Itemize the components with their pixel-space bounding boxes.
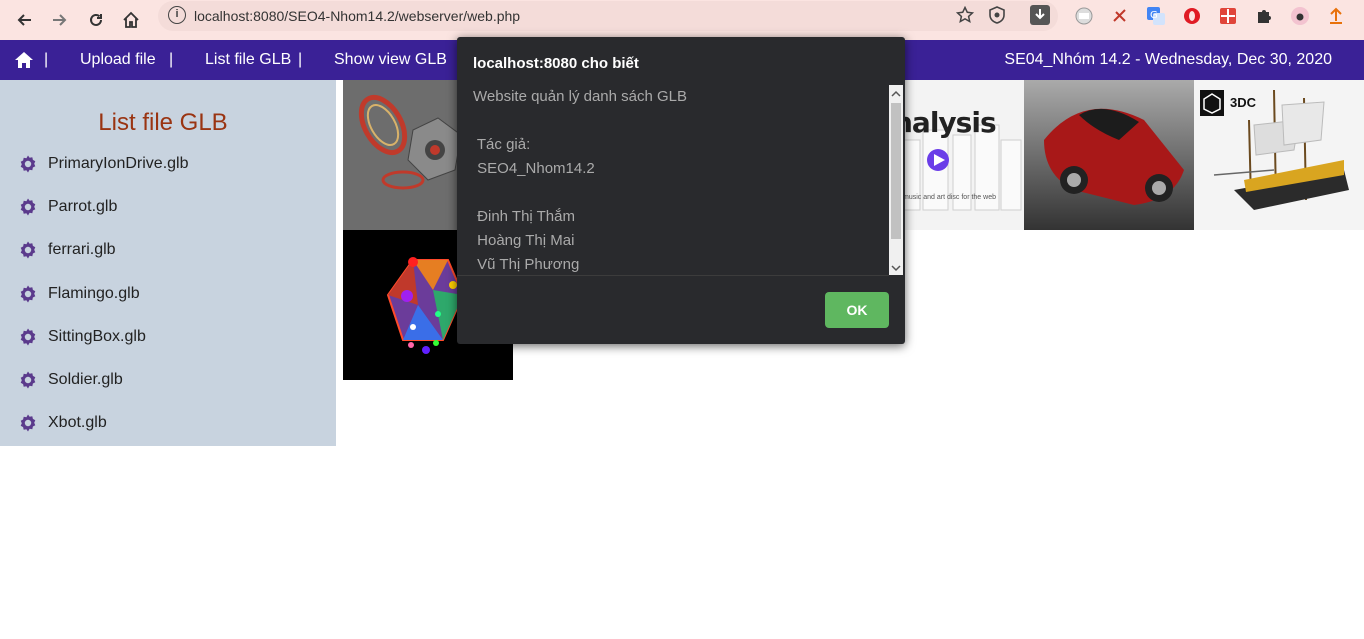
sidebar: List file GLB PrimaryIonDrive.glb Parrot.…	[0, 80, 336, 446]
dialog-title: localhost:8080 cho biết	[473, 55, 639, 72]
file-item[interactable]: Flamingo.glb	[18, 282, 140, 306]
scroll-up-icon[interactable]	[889, 87, 903, 101]
file-item[interactable]: SittingBox.glb	[18, 325, 146, 349]
opera-icon[interactable]	[1182, 6, 1202, 26]
ok-button[interactable]: OK	[825, 292, 889, 328]
dialog-line	[473, 109, 887, 133]
sidebar-title: List file GLB	[98, 109, 228, 136]
shield-icon[interactable]	[988, 6, 1006, 29]
nav-list-file-glb[interactable]: List file GLB	[205, 51, 291, 69]
dialog-line: Vũ Thị Phương	[473, 256, 580, 273]
file-name: Parrot.glb	[48, 198, 118, 215]
file-item[interactable]: Parrot.glb	[18, 195, 117, 219]
dialog-line: Website quản lý danh sách GLB	[473, 88, 688, 105]
star-icon[interactable]	[955, 5, 975, 29]
dialog-line	[473, 181, 887, 205]
forward-icon[interactable]	[45, 5, 75, 35]
threedc-logo-text: 3DC	[1230, 95, 1257, 110]
thumbnail-analysis[interactable]: nalysis music and art disc for the web	[893, 80, 1024, 230]
info-icon[interactable]: i	[168, 6, 186, 24]
back-icon[interactable]	[9, 5, 39, 35]
dialog-line: SEO4_Nhom14.2	[473, 160, 595, 177]
thumbnail-ship[interactable]: 3DC	[1194, 80, 1364, 230]
extension-cross-icon[interactable]	[1110, 6, 1130, 26]
nav-separator: |	[298, 51, 303, 68]
url-text: localhost:8080/SEO4-Nhom14.2/webserver/w…	[194, 8, 521, 24]
file-name: ferrari.glb	[48, 241, 116, 258]
file-item[interactable]: Soldier.glb	[18, 368, 123, 392]
download-icon[interactable]	[1030, 5, 1050, 25]
gear-icon	[20, 198, 36, 216]
gear-icon	[20, 241, 36, 259]
file-item[interactable]: Xbot.glb	[18, 411, 107, 435]
thumbnail-ferrari[interactable]	[1024, 80, 1194, 230]
nav-separator: |	[169, 51, 174, 68]
nav-separator: |	[44, 51, 49, 68]
scroll-down-icon[interactable]	[889, 261, 903, 275]
dialog-divider	[457, 275, 889, 276]
grid-app-icon[interactable]	[1218, 6, 1238, 26]
analysis-text: nalysis	[893, 106, 997, 139]
navbar-date-text: SE04_Nhóm 14.2 - Wednesday, Dec 30, 2020	[1004, 51, 1332, 68]
gear-icon	[20, 328, 36, 346]
google-translate-icon[interactable]: G	[1146, 6, 1166, 26]
gear-icon	[20, 285, 36, 303]
file-name: SittingBox.glb	[48, 328, 146, 345]
gear-icon	[20, 155, 36, 173]
dialog-line: Hoàng Thị Mai	[473, 232, 575, 249]
dialog-line: Đinh Thị Thắm	[473, 208, 575, 225]
update-icon[interactable]	[1326, 6, 1346, 26]
dialog-line: Tác giả:	[473, 136, 531, 153]
extension-globe-icon[interactable]	[1074, 6, 1094, 26]
analysis-caption: music and art disc for the web	[903, 194, 996, 201]
file-name: PrimaryIonDrive.glb	[48, 155, 189, 172]
reload-icon[interactable]	[81, 5, 111, 35]
nav-show-view-glb[interactable]: Show view GLB	[334, 51, 447, 69]
file-item[interactable]: PrimaryIonDrive.glb	[18, 152, 188, 176]
puzzle-icon[interactable]	[1254, 6, 1274, 26]
home-icon[interactable]	[116, 5, 146, 35]
file-item[interactable]: ferrari.glb	[18, 238, 116, 262]
address-bar[interactable]: i localhost:8080/SEO4-Nhom14.2/webserver…	[158, 1, 1058, 31]
file-name: Soldier.glb	[48, 371, 123, 388]
file-name: Flamingo.glb	[48, 285, 140, 302]
file-name: Xbot.glb	[48, 414, 107, 431]
browser-toolbar: i localhost:8080/SEO4-Nhom14.2/webserver…	[0, 0, 1364, 40]
nav-upload-file[interactable]: Upload file	[80, 51, 156, 69]
gear-icon	[20, 414, 36, 432]
dialog-scrollbar[interactable]	[889, 85, 903, 275]
svg-text:G: G	[1150, 10, 1158, 21]
dialog-message: Website quản lý danh sách GLB Tác giả: S…	[473, 85, 887, 275]
scrollbar-thumb[interactable]	[891, 103, 901, 239]
alert-dialog: localhost:8080 cho biết Website quản lý …	[457, 37, 905, 344]
home-icon[interactable]	[14, 51, 34, 74]
gear-icon	[20, 371, 36, 389]
profile-avatar-icon[interactable]	[1290, 6, 1310, 26]
